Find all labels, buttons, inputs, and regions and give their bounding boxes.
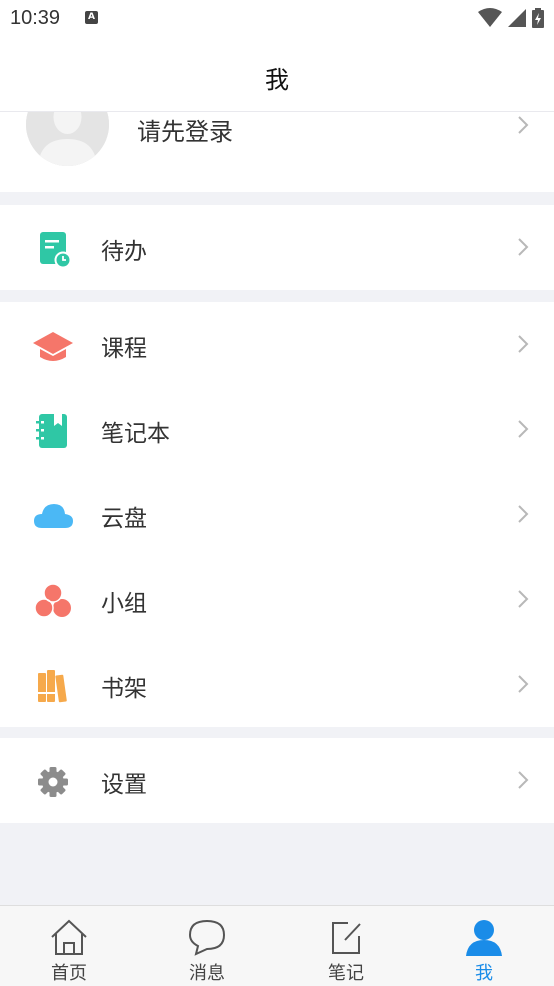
chat-bubble-icon bbox=[188, 919, 226, 956]
title-bar: 我 bbox=[0, 38, 554, 112]
chevron-right-icon bbox=[518, 116, 529, 134]
chevron-right-icon bbox=[518, 771, 529, 789]
edit-note-icon bbox=[332, 922, 361, 954]
status-indicators bbox=[478, 8, 544, 28]
graduation-cap-icon bbox=[33, 332, 73, 361]
wifi-icon bbox=[478, 8, 502, 27]
chevron-right-icon bbox=[518, 420, 529, 438]
tab-messages[interactable]: 消息 bbox=[167, 906, 247, 986]
login-prompt[interactable]: 请先登录 bbox=[137, 112, 233, 147]
menu-item-courses[interactable]: 课程 bbox=[0, 302, 554, 387]
home-icon bbox=[51, 919, 87, 955]
menu-label-bookshelf: 书架 bbox=[101, 676, 147, 702]
battery-icon bbox=[532, 8, 544, 28]
menu-item-bookshelf[interactable]: 书架 bbox=[0, 642, 554, 727]
menu-label-notebook: 笔记本 bbox=[101, 421, 170, 447]
status-time: 10:39 bbox=[10, 7, 61, 29]
bottom-nav: 首页 消息 笔记 我 bbox=[0, 905, 554, 986]
cloud-icon bbox=[34, 504, 73, 528]
settings-card: 设置 bbox=[0, 738, 554, 823]
tab-home[interactable]: 首页 bbox=[29, 906, 109, 986]
menu-label-groups: 小组 bbox=[101, 591, 147, 617]
profile-login-row[interactable]: 请先登录 bbox=[0, 112, 554, 192]
tab-notes[interactable]: 笔记 bbox=[306, 906, 386, 986]
todo-card: 待办 bbox=[0, 205, 554, 290]
avatar-placeholder-icon bbox=[26, 112, 109, 166]
chevron-right-icon bbox=[518, 238, 529, 256]
chevron-right-icon bbox=[518, 335, 529, 353]
todo-icon bbox=[40, 232, 72, 269]
status-bar: 10:39 A bbox=[0, 0, 554, 38]
group-icon bbox=[34, 583, 71, 618]
tab-me[interactable]: 我 bbox=[444, 906, 524, 986]
menu-item-groups[interactable]: 小组 bbox=[0, 557, 554, 642]
chevron-right-icon bbox=[518, 590, 529, 608]
notebook-icon bbox=[36, 414, 67, 448]
menu-label-todo: 待办 bbox=[101, 239, 147, 265]
menu-item-notebook[interactable]: 笔记本 bbox=[0, 387, 554, 472]
tab-label: 笔记 bbox=[328, 963, 364, 984]
menu-label-courses: 课程 bbox=[101, 336, 147, 362]
tab-label: 首页 bbox=[51, 963, 87, 984]
menu-item-cloud[interactable]: 云盘 bbox=[0, 472, 554, 557]
gear-icon bbox=[38, 767, 68, 797]
tab-label: 消息 bbox=[189, 963, 225, 984]
menu-item-settings[interactable]: 设置 bbox=[0, 738, 554, 823]
chevron-right-icon bbox=[518, 675, 529, 693]
chevron-right-icon bbox=[518, 505, 529, 523]
menu-label-settings: 设置 bbox=[101, 772, 147, 798]
books-icon bbox=[38, 670, 67, 703]
tab-label: 我 bbox=[475, 963, 493, 984]
menu-label-cloud: 云盘 bbox=[101, 506, 147, 532]
menu-item-todo[interactable]: 待办 bbox=[0, 205, 554, 290]
avatar[interactable] bbox=[26, 112, 109, 166]
main-menu-card: 课程 笔记本 云盘 小组 书架 bbox=[0, 302, 554, 727]
signal-icon bbox=[508, 9, 526, 27]
person-icon bbox=[466, 920, 502, 956]
notification-a-icon: A bbox=[85, 11, 98, 24]
page-title: 我 bbox=[265, 66, 289, 94]
